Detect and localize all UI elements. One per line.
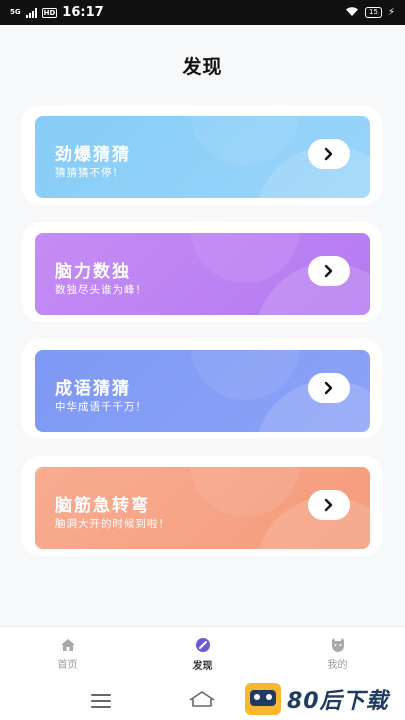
bottom-tab-bar: 首页 发现 我的: [0, 626, 405, 681]
discover-icon: [195, 637, 210, 652]
battery-icon: 15: [365, 7, 382, 18]
status-time: 16:17: [62, 5, 104, 20]
watermark-logo-icon: [245, 683, 281, 715]
game-card[interactable]: 成语猜猜 中华成语千千万！: [35, 350, 370, 432]
chevron-right-icon: [324, 381, 333, 395]
game-card[interactable]: 脑力数独 数独尽头谁为峰！: [35, 233, 370, 315]
watermark: 80后下载: [245, 683, 389, 715]
card-subtitle: 猜猜猜不停！: [55, 167, 124, 179]
nav-home-icon[interactable]: [188, 690, 216, 712]
home-icon: [60, 638, 75, 651]
status-bar: 5G HD 16:17 15 ⚡: [0, 0, 405, 25]
profile-icon: [331, 638, 344, 652]
menu-icon[interactable]: [91, 694, 111, 708]
tab-label: 发现: [192, 660, 213, 672]
card-subtitle: 中华成语千千万！: [55, 401, 147, 413]
chevron-right-icon: [324, 498, 333, 512]
enter-button[interactable]: [308, 490, 350, 520]
wifi-icon: [345, 6, 359, 20]
page-title: 发现: [182, 56, 223, 78]
game-card-wrapper: 脑力数独 数独尽头谁为峰！: [22, 222, 382, 322]
game-card[interactable]: 劲爆猜猜 猜猜猜不停！: [35, 116, 370, 198]
tab-profile[interactable]: 我的: [270, 627, 405, 681]
system-nav-bar: 80后下载: [0, 680, 405, 720]
enter-button[interactable]: [308, 139, 350, 169]
game-card-wrapper: 成语猜猜 中华成语千千万！: [22, 339, 382, 439]
card-decoration: [190, 467, 300, 517]
game-card-wrapper: 脑筋急转弯 脑洞大开的时候到啦！: [22, 456, 382, 556]
tab-home[interactable]: 首页: [0, 627, 135, 681]
enter-button[interactable]: [308, 256, 350, 286]
card-subtitle: 脑洞大开的时候到啦！: [55, 518, 170, 530]
card-title: 脑力数独: [55, 262, 131, 282]
signal-icon: [25, 7, 37, 18]
charging-icon: ⚡: [387, 7, 395, 18]
game-card-wrapper: 劲爆猜猜 猜猜猜不停！: [22, 105, 382, 205]
game-card[interactable]: 脑筋急转弯 脑洞大开的时候到啦！: [35, 467, 370, 549]
watermark-text: 80后下载: [287, 689, 389, 714]
card-decoration: [190, 116, 300, 166]
network-type: 5G: [10, 8, 21, 16]
chevron-right-icon: [324, 264, 333, 278]
card-decoration: [190, 233, 300, 283]
hd-badge: HD: [41, 7, 58, 18]
card-title: 脑筋急转弯: [55, 496, 150, 516]
enter-button[interactable]: [308, 373, 350, 403]
tab-discover[interactable]: 发现: [135, 627, 270, 681]
card-decoration: [190, 350, 300, 400]
tab-label: 我的: [327, 660, 348, 671]
card-subtitle: 数独尽头谁为峰！: [55, 284, 147, 296]
chevron-right-icon: [324, 147, 333, 161]
card-title: 成语猜猜: [55, 379, 131, 399]
tab-label: 首页: [57, 659, 78, 671]
card-title: 劲爆猜猜: [55, 145, 131, 165]
